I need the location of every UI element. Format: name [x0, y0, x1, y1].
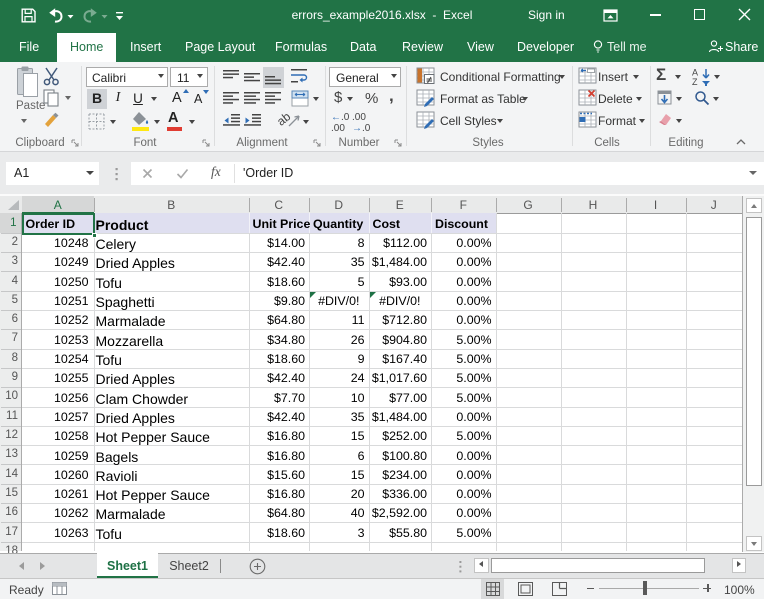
svg-text:A: A — [692, 68, 698, 78]
svg-text:Z: Z — [692, 77, 698, 86]
